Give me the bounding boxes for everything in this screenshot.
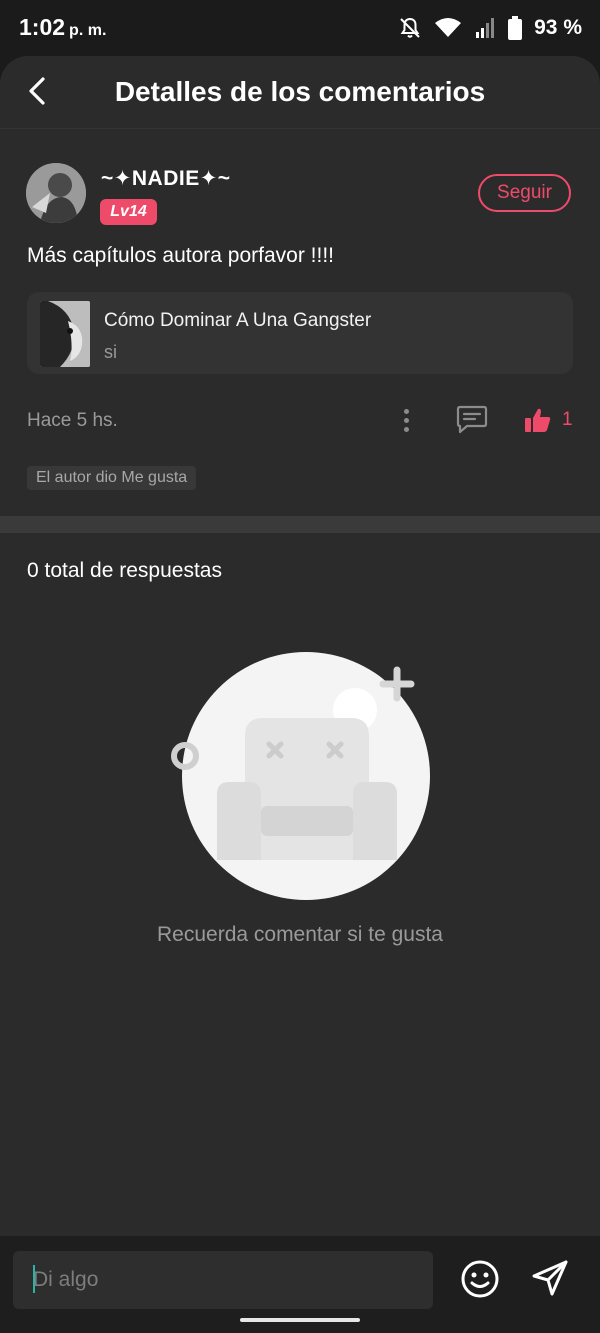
status-icons: 93 % — [398, 14, 582, 42]
status-bar: 1:02 p. m. 93 % — [0, 0, 600, 56]
home-indicator[interactable] — [240, 1318, 360, 1322]
thumbs-up-icon — [525, 408, 551, 432]
more-dots-icon — [403, 417, 409, 423]
replies-total: 0 total de respuestas — [27, 559, 222, 582]
book-subtitle: si — [104, 342, 117, 362]
comment-details-sheet: Detalles de los comentarios ~✦NADIE✦~ Lv… — [0, 56, 600, 1333]
send-button[interactable] — [530, 1258, 570, 1298]
more-options-button[interactable] — [393, 406, 419, 434]
like-count: 1 — [562, 409, 573, 430]
battery-level: 93 % — [534, 16, 582, 39]
comment-input[interactable] — [13, 1251, 433, 1309]
empty-sofa-icon — [171, 652, 430, 900]
text-cursor — [33, 1265, 35, 1293]
emoji-button[interactable] — [460, 1259, 500, 1299]
comment-text: Más capítulos autora porfavor !!!! — [27, 244, 334, 267]
bell-off-icon — [400, 17, 420, 38]
status-time-value: 1:02 — [19, 14, 66, 40]
author-liked-badge: El autor dio Me gusta — [27, 466, 197, 490]
empty-state-illustration — [165, 646, 445, 906]
wifi-icon — [435, 18, 462, 37]
reply-button[interactable] — [456, 404, 488, 434]
more-dots-icon — [403, 408, 409, 414]
comment-timestamp: Hace 5 hs. — [27, 410, 118, 431]
empty-state-text: Recuerda comentar si te gusta — [157, 923, 443, 946]
status-time: 1:02 p. m. — [19, 14, 106, 41]
follow-button[interactable]: Seguir — [478, 174, 571, 212]
page-title: Detalles de los comentarios — [114, 76, 486, 107]
section-divider — [0, 516, 600, 533]
comment-icon — [456, 405, 488, 434]
status-time-ampm: p. m. — [69, 22, 107, 39]
battery-icon — [508, 16, 523, 40]
book-title: Cómo Dominar A Una Gangster — [104, 310, 372, 331]
book-cover-image — [40, 301, 90, 367]
avatar-image — [26, 163, 86, 223]
like-button[interactable]: 1 — [524, 404, 576, 436]
book-card[interactable]: Cómo Dominar A Una Gangster si — [27, 292, 573, 374]
book-cover — [40, 301, 90, 367]
avatar[interactable] — [26, 163, 86, 223]
more-dots-icon — [403, 426, 409, 432]
header: Detalles de los comentarios — [0, 56, 600, 129]
smiley-icon — [461, 1260, 499, 1298]
level-badge: Lv14 — [100, 199, 157, 225]
username[interactable]: ~✦NADIE✦~ — [101, 166, 231, 191]
signal-icon — [476, 18, 495, 38]
send-icon — [532, 1260, 568, 1296]
